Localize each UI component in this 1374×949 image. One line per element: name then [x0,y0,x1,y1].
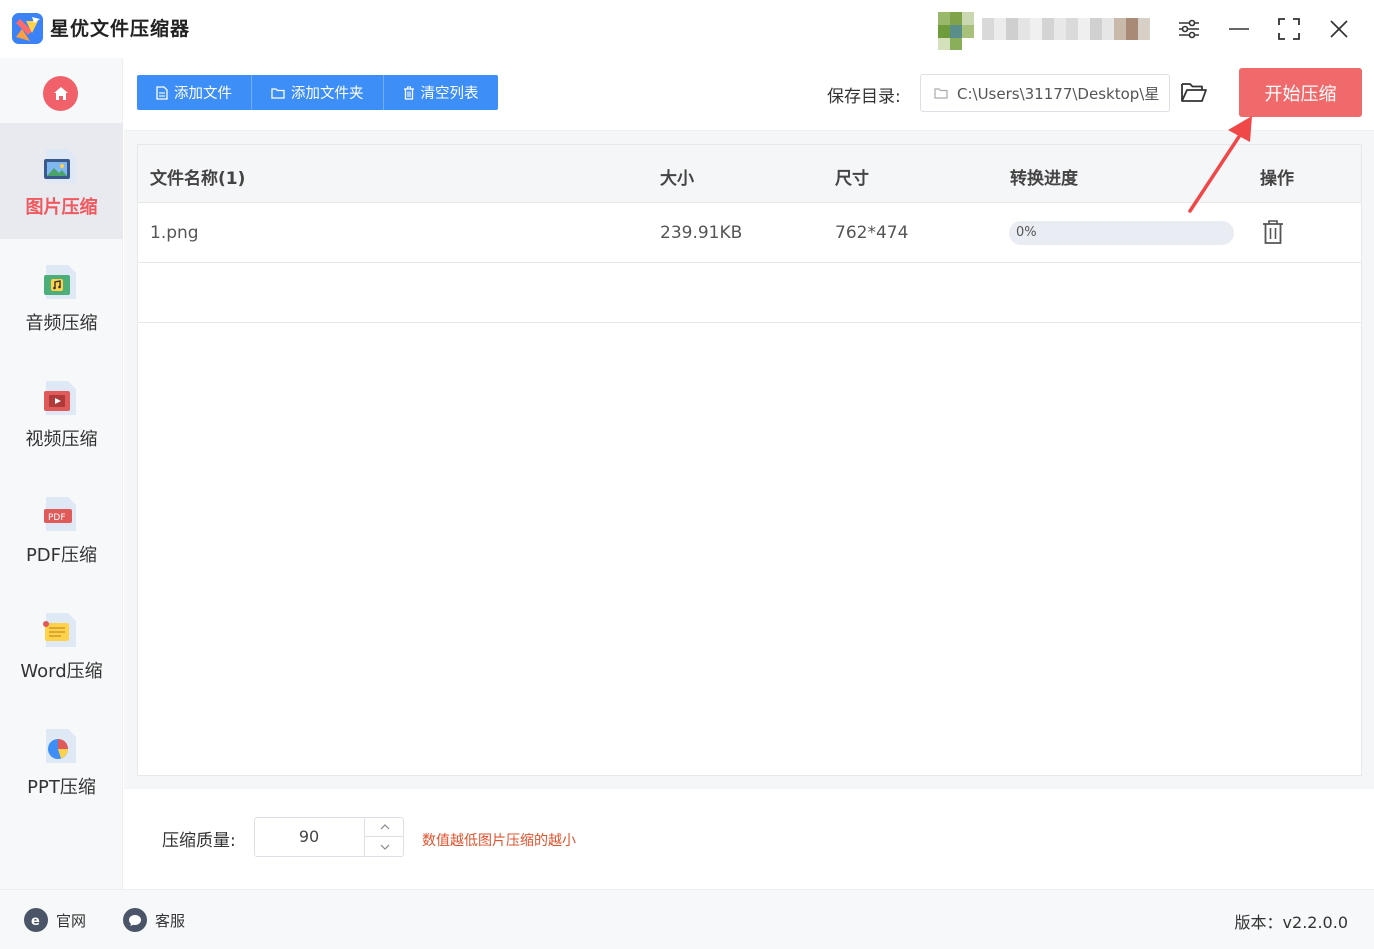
progress-bar: 0% [1009,221,1234,245]
file-table: 文件名称(1) 大小 尺寸 转换进度 操作 1.png 239.91KB 762… [137,144,1362,776]
save-dir-field[interactable]: C:\Users\31177\Desktop\星 [920,74,1170,112]
chat-icon [123,908,147,932]
sidebar-item-word[interactable]: Word压缩 [0,587,123,703]
trash-icon [403,85,415,100]
save-dir-label: 保存目录: [827,87,901,107]
support-link[interactable]: 客服 [123,908,185,932]
ppt-file-icon [42,727,78,765]
svg-text:PDF: PDF [48,513,66,523]
quality-label: 压缩质量: [162,831,236,851]
avatar[interactable] [938,12,974,50]
title-bar: 星优文件压缩器 [0,0,1374,58]
folder-icon [934,87,948,99]
open-folder-icon[interactable] [1180,80,1210,108]
delete-icon[interactable] [1261,219,1285,245]
chevron-up-icon [380,824,389,830]
settings-icon[interactable] [1174,14,1204,44]
table-row-empty [138,263,1361,323]
column-header-size: 大小 [660,169,694,189]
add-folder-button[interactable]: 添加文件夹 [252,75,384,110]
username-blurred [982,18,1154,40]
svg-text:e: e [31,914,40,927]
image-file-icon [42,147,78,185]
file-dimensions: 762*474 [835,223,909,243]
column-header-name: 文件名称(1) [150,169,246,189]
column-header-action: 操作 [1260,169,1294,189]
close-icon[interactable] [1324,14,1354,44]
version-text: 版本：v2.2.0.0 [1234,913,1348,932]
minimize-icon[interactable] [1224,14,1254,44]
stepper-controls [364,818,404,856]
audio-file-icon [42,263,78,301]
file-size: 239.91KB [660,223,743,243]
sidebar: 图片压缩 音频压缩 视频压缩 PDF PDF压缩 Word压缩 PPT压缩 [0,58,123,889]
table-header: 文件名称(1) 大小 尺寸 转换进度 操作 [138,145,1361,203]
app-logo-icon [12,13,43,44]
sidebar-item-pdf[interactable]: PDF PDF压缩 [0,471,123,587]
video-file-icon [42,379,78,417]
add-file-button[interactable]: 添加文件 [137,75,252,110]
clear-list-button[interactable]: 清空列表 [384,75,498,110]
increment-button[interactable] [365,818,404,837]
document-icon [156,85,168,100]
table-row[interactable]: 1.png 239.91KB 762*474 0% [138,203,1361,263]
quality-hint: 数值越低图片压缩的越小 [422,833,576,849]
quality-input[interactable]: 90 [255,818,363,856]
footer: e 官网 客服 版本：v2.2.0.0 [0,889,1374,949]
sidebar-item-video[interactable]: 视频压缩 [0,355,123,471]
progress-text: 0% [1016,225,1037,240]
column-header-dimensions: 尺寸 [835,169,869,189]
sidebar-item-audio[interactable]: 音频压缩 [0,239,123,355]
home-button[interactable] [43,76,78,111]
column-header-progress: 转换进度 [1010,169,1078,189]
word-file-icon [42,611,78,649]
maximize-icon[interactable] [1274,14,1304,44]
file-name: 1.png [150,223,199,243]
folder-icon [271,87,285,99]
compression-settings: 压缩质量: 90 数值越低图片压缩的越小 [124,789,1374,889]
chevron-down-icon [380,844,389,850]
home-icon [53,87,68,100]
sidebar-item-ppt[interactable]: PPT压缩 [0,703,123,819]
app-title: 星优文件压缩器 [50,18,191,40]
file-button-group: 添加文件 添加文件夹 清空列表 [137,75,498,110]
website-link[interactable]: e 官网 [24,908,86,932]
decrement-button[interactable] [365,837,404,856]
sidebar-item-image[interactable]: 图片压缩 [0,123,123,239]
quality-stepper[interactable]: 90 [254,817,404,857]
browser-icon: e [24,908,48,932]
annotation-arrow [1188,116,1252,213]
pdf-file-icon: PDF [42,495,78,533]
